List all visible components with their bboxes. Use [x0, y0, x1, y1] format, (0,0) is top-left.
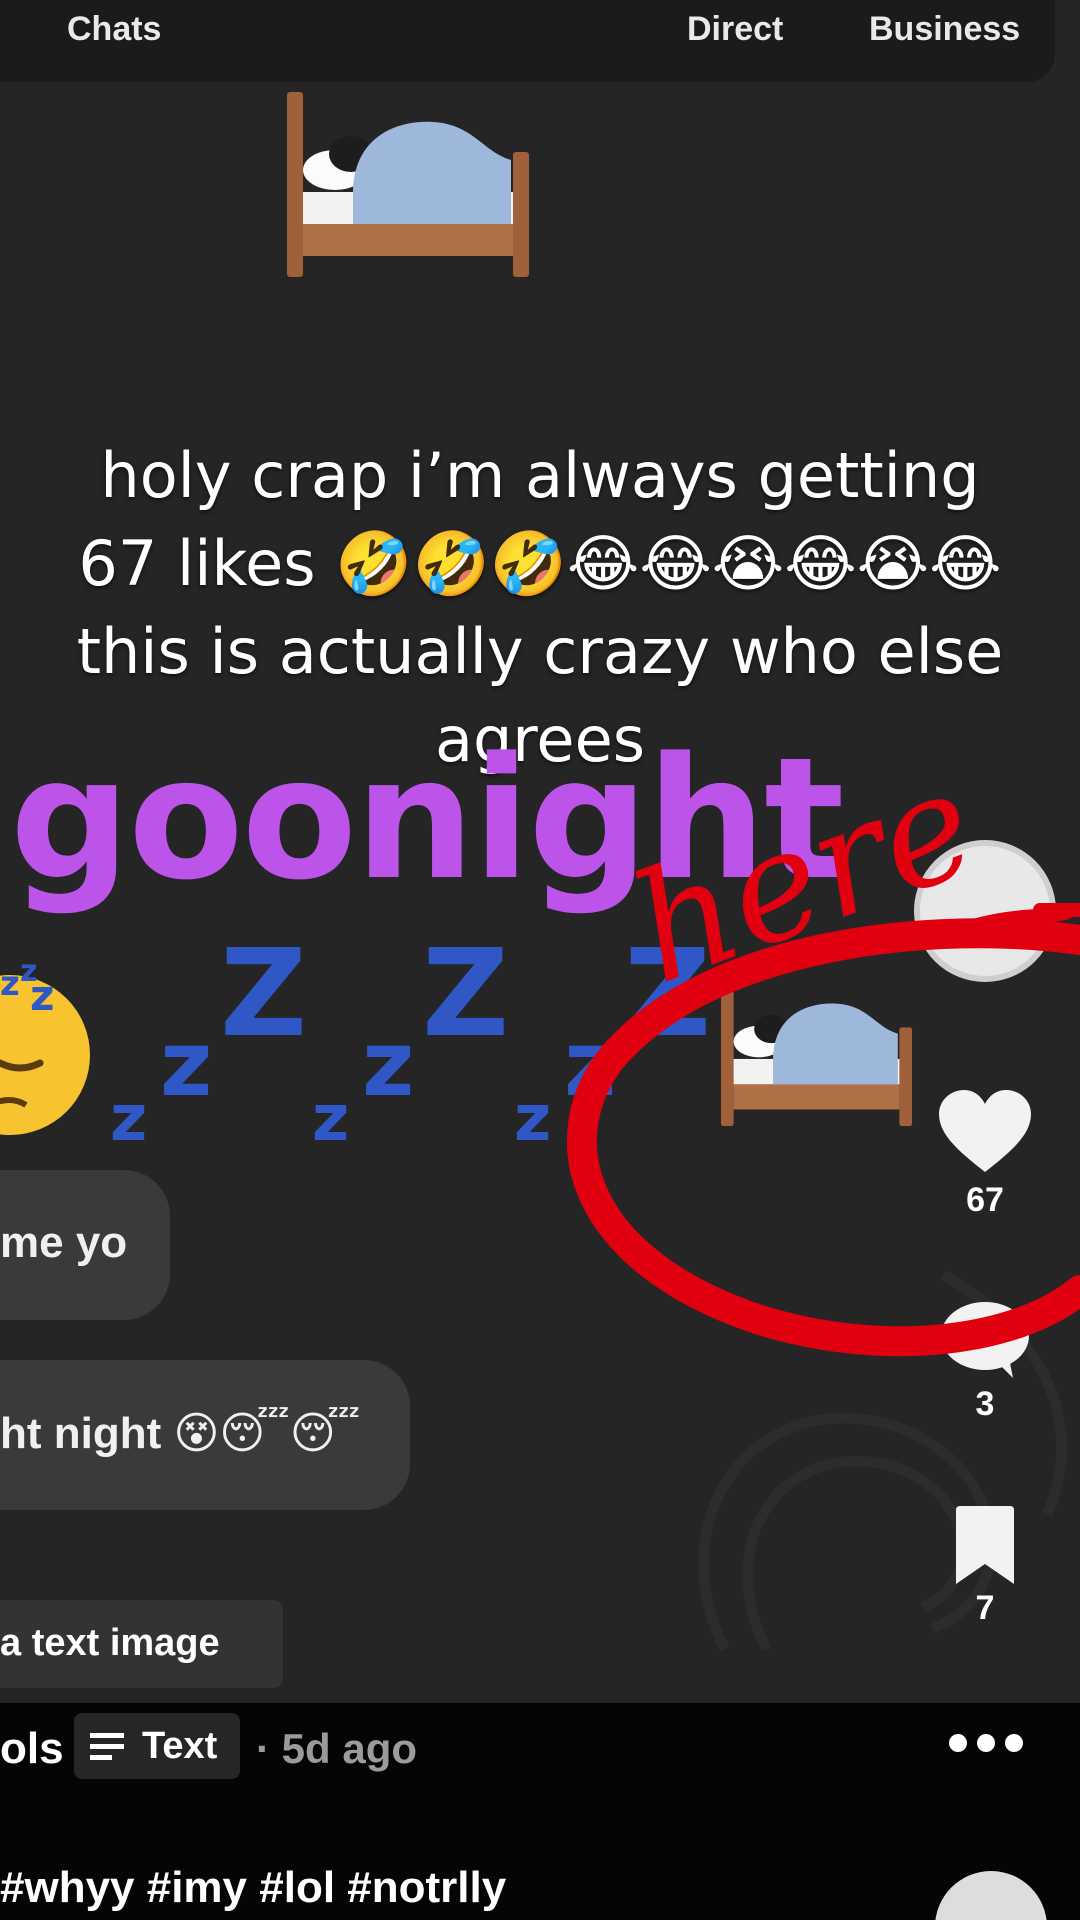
bed-icon [287, 92, 529, 277]
svg-text:z: z [514, 1082, 551, 1145]
svg-text:z: z [0, 964, 20, 1004]
video-frame[interactable]: Chats Direct Business holy crap i’m alwa… [0, 0, 1080, 1920]
svg-text:z: z [312, 1082, 349, 1145]
top-tab-bar: Chats Direct Business [0, 0, 1055, 82]
svg-text:z: z [160, 1012, 212, 1117]
chat-bubble: me yo [0, 1170, 170, 1320]
text-image-label: a text image [0, 1622, 220, 1664]
save-button[interactable]: 7 [930, 1506, 1040, 1628]
text-lines-icon [90, 1733, 124, 1760]
post-time: · 5d ago [256, 1725, 418, 1772]
svg-text:z: z [362, 1012, 414, 1117]
post-type-chip[interactable]: Text [74, 1713, 240, 1779]
tab-chats[interactable]: Chats [67, 10, 161, 49]
chat-bubble: ht night 😵😴😴 [0, 1360, 410, 1510]
svg-text:z: z [110, 1082, 147, 1145]
comment-count: 3 [975, 1385, 995, 1423]
caption-line-1: holy crap i’m always getting [100, 439, 980, 512]
post-info-bar: ols Text · 5d ago #whyy #imy #lol #notrl… [0, 1703, 1080, 1920]
caption-line-2: 67 likes 🤣🤣🤣😂😂😭😂😭😂 [78, 527, 1002, 600]
caption-line-3: this is actually crazy who else [76, 615, 1004, 688]
music-disc-avatar[interactable] [935, 1871, 1047, 1920]
svg-text:Z: Z [422, 945, 509, 1064]
tab-business[interactable]: Business [869, 10, 1020, 49]
svg-text:Z: Z [220, 945, 307, 1064]
annotation-text: here [612, 760, 997, 1018]
red-circle-annotation: here [567, 760, 1080, 1357]
post-hashtags[interactable]: #whyy #imy #lol #notrlly [0, 1863, 506, 1913]
bookmark-icon [956, 1506, 1014, 1584]
svg-text:z: z [30, 971, 54, 1020]
more-options-icon[interactable] [948, 1733, 1024, 1753]
sleeping-face-icon: z z z [0, 955, 90, 1135]
save-count: 7 [975, 1589, 995, 1627]
text-image-chip: a text image [0, 1600, 283, 1688]
post-type-label: Text [142, 1725, 218, 1767]
author-name[interactable]: ols [0, 1724, 64, 1774]
chat-bubble-text: me yo [0, 1218, 128, 1267]
tab-direct[interactable]: Direct [687, 10, 783, 49]
chat-bubble-text: ht night 😵😴😴 [0, 1409, 361, 1458]
